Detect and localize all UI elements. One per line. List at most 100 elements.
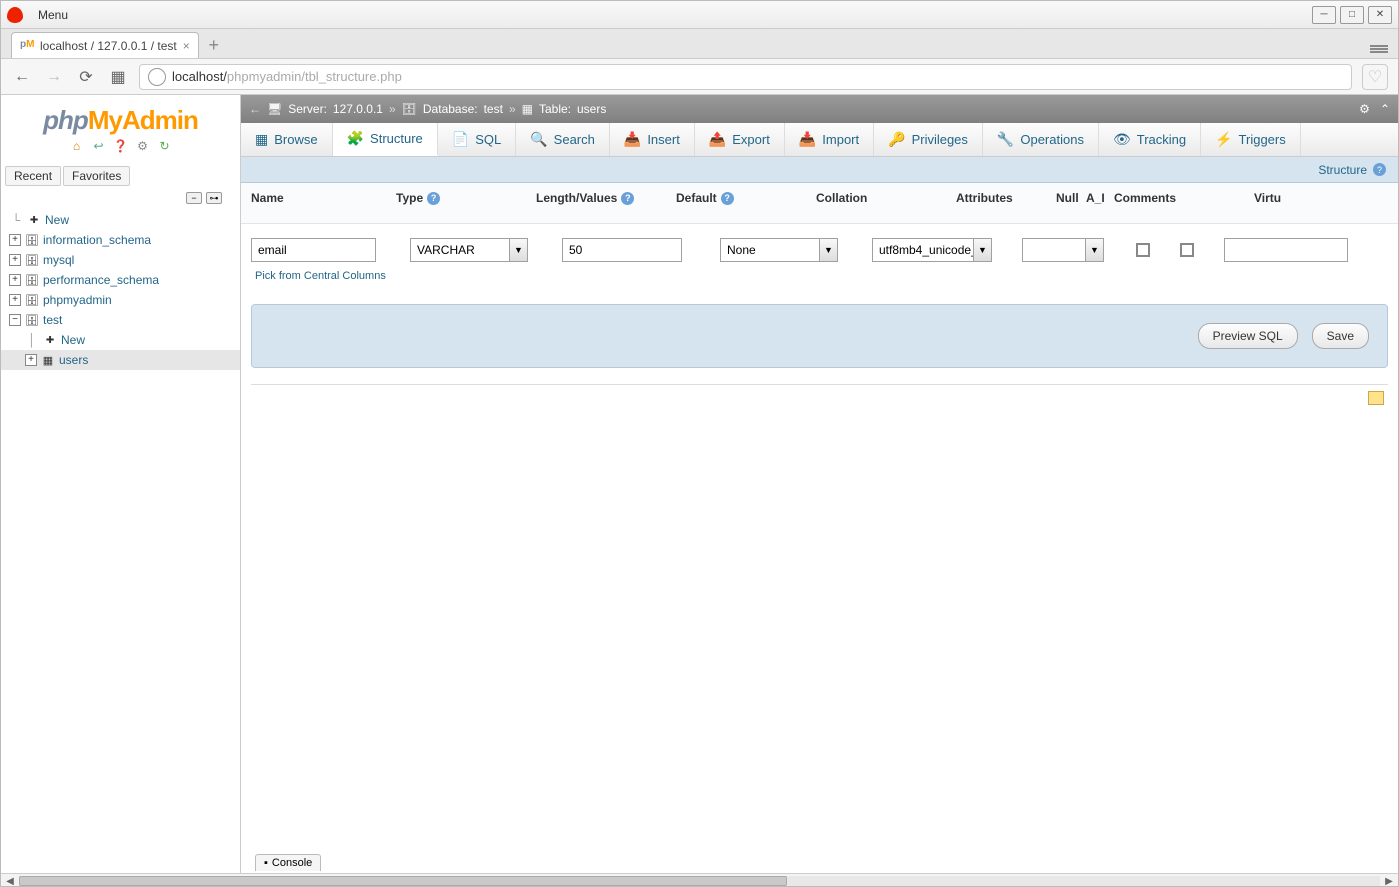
help-icon[interactable]: ? — [621, 192, 634, 205]
nav-speeddial-button[interactable]: ▦ — [107, 66, 129, 88]
collation-select[interactable]: utf8mb4_unicode_▼ — [872, 238, 992, 262]
action-bar: Preview SQL Save — [251, 304, 1388, 368]
db-link[interactable]: phpmyadmin — [43, 293, 112, 307]
tree-db-test[interactable]: − 🗄 test — [1, 310, 240, 330]
default-select[interactable]: None▼ — [720, 238, 838, 262]
tree-table-users[interactable]: + ▦ users — [1, 350, 240, 370]
tab-privileges[interactable]: 🔑Privileges — [874, 123, 983, 156]
help-icon[interactable]: ? — [1373, 163, 1386, 176]
new-table-icon: 🞦 — [43, 333, 57, 347]
browser-menu-button[interactable]: Menu — [29, 4, 77, 26]
bc-db-value[interactable]: test — [484, 102, 503, 116]
name-input[interactable] — [251, 238, 376, 262]
tree-db-information-schema[interactable]: + 🗄 information_schema — [1, 230, 240, 250]
window-close-button[interactable]: ✕ — [1368, 6, 1392, 24]
docs-icon[interactable]: ❓ — [113, 138, 129, 154]
logout-icon[interactable]: ↩ — [91, 138, 107, 154]
url-bar[interactable]: localhost/phpmyadmin/tbl_structure.php — [139, 64, 1352, 90]
attributes-select[interactable]: ▼ — [1022, 238, 1104, 262]
new-tab-button[interactable]: + — [203, 34, 225, 56]
tab-structure[interactable]: 🧩Structure — [333, 123, 438, 156]
tab-insert[interactable]: 📥Insert — [610, 123, 695, 156]
site-info-icon[interactable] — [148, 68, 166, 86]
settings-icon[interactable]: ⚙ — [135, 138, 151, 154]
db-link[interactable]: mysql — [43, 253, 74, 267]
link-icon[interactable]: ⊶ — [206, 192, 222, 204]
length-input[interactable] — [562, 238, 682, 262]
window-maximize-button[interactable]: □ — [1340, 6, 1364, 24]
subbar-structure-label[interactable]: Structure — [1318, 163, 1367, 177]
tab-close-icon[interactable]: × — [183, 39, 190, 53]
page-collapse-icon[interactable]: ⌃ — [1380, 102, 1390, 116]
header-null: Null — [1056, 191, 1086, 205]
phpmyadmin-logo[interactable]: phpMyAdmin ⌂ ↩ ❓ ⚙ ↻ — [1, 101, 240, 160]
reload-icon[interactable]: ↻ — [157, 138, 173, 154]
header-ai: A_I — [1086, 191, 1114, 205]
tab-search[interactable]: 🔍Search — [516, 123, 610, 156]
tab-import[interactable]: 📥Import — [785, 123, 874, 156]
collapse-all-icon[interactable]: − — [186, 192, 202, 204]
save-button[interactable]: Save — [1312, 323, 1369, 349]
database-icon: 🗄 — [25, 313, 39, 327]
new-db-icon: 🞦 — [27, 213, 41, 227]
tree-db-mysql[interactable]: + 🗄 mysql — [1, 250, 240, 270]
scroll-left-icon[interactable]: ◀ — [1, 874, 19, 887]
browser-tab-strip: pM localhost / 127.0.0.1 / test × + — [1, 29, 1398, 59]
window-minimize-button[interactable]: ─ — [1312, 6, 1336, 24]
tab-export[interactable]: 📤Export — [695, 123, 785, 156]
browser-nav-bar: ← → ⟳ ▦ localhost/phpmyadmin/tbl_structu… — [1, 59, 1398, 95]
recent-button[interactable]: Recent — [5, 166, 61, 186]
chevron-down-icon: ▼ — [819, 239, 837, 261]
expand-icon[interactable]: + — [9, 234, 21, 246]
ai-checkbox[interactable] — [1180, 243, 1194, 257]
help-icon[interactable]: ? — [721, 192, 734, 205]
tab-tracking[interactable]: 👁Tracking — [1099, 123, 1201, 156]
collapse-icon[interactable]: − — [9, 314, 21, 326]
help-icon[interactable]: ? — [427, 192, 440, 205]
tab-operations[interactable]: 🔧Operations — [983, 123, 1099, 156]
home-icon[interactable]: ⌂ — [69, 138, 85, 154]
tree-new[interactable]: └🞦 New — [1, 210, 240, 230]
browser-panel-menu-icon[interactable] — [1370, 44, 1388, 54]
breadcrumb-back-icon[interactable]: ← — [249, 102, 261, 116]
tab-triggers[interactable]: ⚡Triggers — [1201, 123, 1301, 156]
console-tab[interactable]: ▪ Console — [255, 854, 321, 871]
bc-server-value[interactable]: 127.0.0.1 — [333, 102, 383, 116]
search-icon: 🔍 — [530, 131, 547, 148]
preview-sql-button[interactable]: Preview SQL — [1198, 323, 1298, 349]
scroll-right-icon[interactable]: ▶ — [1380, 874, 1398, 887]
url-host: localhost/ — [172, 69, 227, 84]
db-link[interactable]: test — [43, 313, 62, 327]
expand-icon[interactable]: + — [9, 274, 21, 286]
expand-icon[interactable]: + — [25, 354, 37, 366]
tree-test-new[interactable]: │ 🞦 New — [1, 330, 240, 350]
db-link[interactable]: performance_schema — [43, 273, 159, 287]
comments-input[interactable] — [1224, 238, 1348, 262]
tree-db-performance-schema[interactable]: + 🗄 performance_schema — [1, 270, 240, 290]
pick-central-columns-link[interactable]: Pick from Central Columns — [241, 266, 1398, 298]
tree-new-link[interactable]: New — [45, 213, 69, 227]
expand-icon[interactable]: + — [9, 294, 21, 306]
type-select[interactable]: VARCHAR▼ — [410, 238, 528, 262]
table-link[interactable]: users — [59, 353, 88, 367]
page-settings-icon[interactable]: ⚙ — [1359, 102, 1370, 116]
bookmark-panel-icon[interactable] — [1368, 391, 1384, 405]
nav-reload-button[interactable]: ⟳ — [75, 66, 97, 88]
tree-db-phpmyadmin[interactable]: + 🗄 phpmyadmin — [1, 290, 240, 310]
nav-back-button[interactable]: ← — [11, 66, 33, 88]
tab-sql[interactable]: 📄SQL — [438, 123, 516, 156]
new-table-link[interactable]: New — [61, 333, 85, 347]
db-link[interactable]: information_schema — [43, 233, 151, 247]
expand-icon[interactable]: + — [9, 254, 21, 266]
nav-tabs: ▦Browse 🧩Structure 📄SQL 🔍Search 📥Insert … — [241, 123, 1398, 157]
horizontal-scrollbar[interactable]: ◀ ▶ — [1, 873, 1398, 887]
bc-table-value[interactable]: users — [577, 102, 606, 116]
scroll-thumb[interactable] — [19, 876, 787, 886]
tab-browse[interactable]: ▦Browse — [241, 123, 333, 156]
nav-forward-button[interactable]: → — [43, 66, 65, 88]
favorites-button[interactable]: Favorites — [63, 166, 130, 186]
bookmark-heart-button[interactable]: ♡ — [1362, 64, 1388, 90]
browser-tab[interactable]: pM localhost / 127.0.0.1 / test × — [11, 32, 199, 58]
structure-subbar: Structure ? — [241, 157, 1398, 183]
null-checkbox[interactable] — [1136, 243, 1150, 257]
